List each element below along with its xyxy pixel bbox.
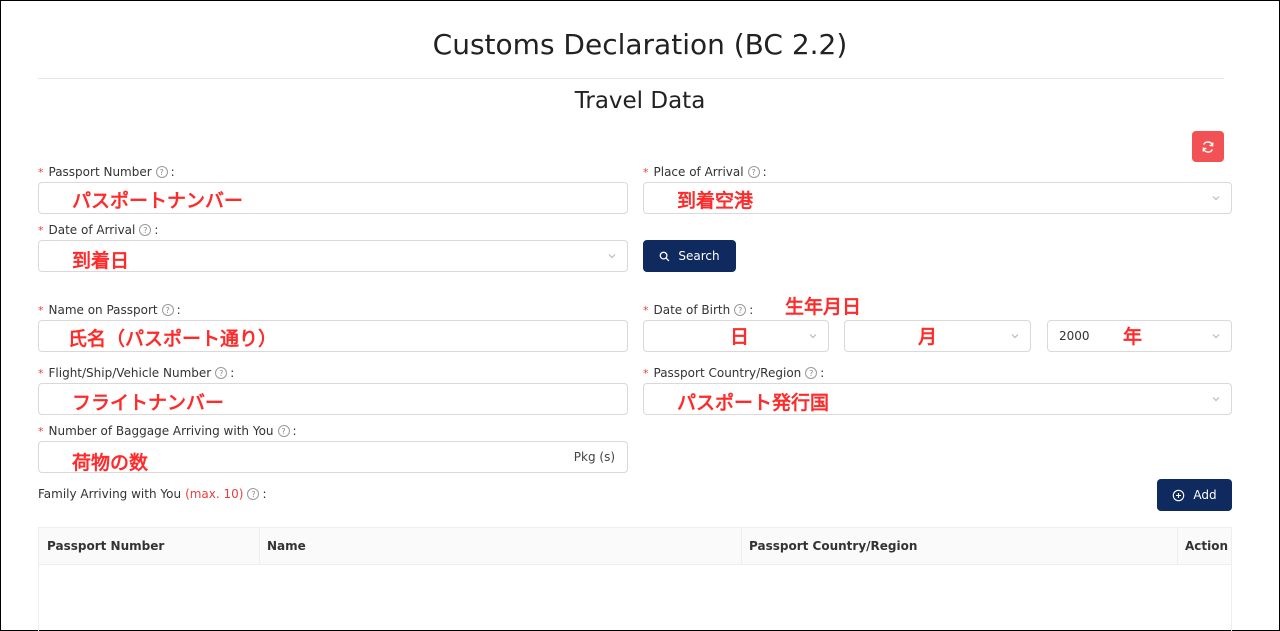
family-label-text: Family Arriving with You (38, 487, 182, 501)
chevron-down-icon (1011, 334, 1019, 339)
chevron-down-icon (1212, 397, 1220, 402)
add-button-label: Add (1193, 488, 1217, 502)
family-table-header: Passport Number Name Passport Country/Re… (39, 528, 1231, 565)
name-on-passport-label-text: Name on Passport (48, 303, 158, 317)
table-header-passport-country: Passport Country/Region (749, 539, 918, 553)
required-mark: * (643, 366, 649, 380)
label-colon: : (762, 165, 767, 179)
label-colon: : (749, 303, 754, 317)
required-mark: * (38, 303, 44, 317)
search-button-label: Search (678, 249, 720, 263)
passport-country-label-text: Passport Country/Region (653, 366, 802, 380)
date-of-arrival-annotation: 到着日 (72, 250, 130, 272)
date-of-arrival-label-text: Date of Arrival (48, 223, 136, 237)
family-table: Passport Number Name Passport Country/Re… (38, 527, 1232, 631)
question-circle-icon[interactable]: ? (215, 367, 228, 379)
passport-number-label: * Passport Number ? : (38, 165, 175, 179)
baggage-label-text: Number of Baggage Arriving with You (48, 424, 274, 438)
required-mark: * (643, 303, 649, 317)
label-colon: : (176, 303, 181, 317)
date-of-birth-label: * Date of Birth ? : (643, 303, 753, 317)
question-circle-icon[interactable]: ? (277, 425, 290, 437)
table-header-passport-number: Passport Number (47, 539, 165, 553)
place-of-arrival-label-text: Place of Arrival (653, 165, 744, 179)
flight-number-annotation: フライトナンバー (72, 392, 225, 414)
dob-year-value: 2000 (1059, 329, 1090, 343)
dob-year-annotation: 年 (1123, 326, 1143, 348)
place-of-arrival-label: * Place of Arrival ? : (643, 165, 767, 179)
baggage-unit: Pkg (s) (573, 450, 615, 464)
table-header-name: Name (267, 539, 306, 553)
question-circle-icon[interactable]: ? (247, 488, 260, 500)
date-of-birth-annotation: 生年月日 (785, 296, 862, 318)
title-divider (38, 78, 1224, 79)
chevron-down-icon (1212, 334, 1220, 339)
question-circle-icon[interactable]: ? (161, 304, 174, 316)
baggage-label: * Number of Baggage Arriving with You ? … (38, 424, 297, 438)
required-mark: * (643, 165, 649, 179)
page-title: Customs Declaration (BC 2.2) (432, 28, 848, 61)
label-colon: : (820, 366, 825, 380)
question-circle-icon[interactable]: ? (805, 367, 818, 379)
name-on-passport-label: * Name on Passport ? : (38, 303, 181, 317)
search-button[interactable]: Search (643, 240, 736, 272)
dob-day-annotation: 日 (730, 326, 750, 348)
baggage-annotation: 荷物の数 (72, 452, 149, 474)
question-circle-icon[interactable]: ? (155, 166, 168, 178)
date-of-birth-label-text: Date of Birth (653, 303, 731, 317)
table-header-action: Action (1185, 539, 1229, 553)
dob-month-select[interactable] (844, 320, 1031, 352)
dob-month-annotation: 月 (918, 326, 938, 348)
required-mark: * (38, 223, 44, 237)
refresh-button[interactable] (1192, 131, 1224, 162)
family-label: Family Arriving with You (max. 10) ? : (38, 487, 267, 501)
family-max-note: (max. 10) (185, 487, 244, 501)
required-mark: * (38, 366, 44, 380)
label-colon: : (154, 223, 159, 237)
date-of-arrival-label: * Date of Arrival ? : (38, 223, 158, 237)
question-circle-icon[interactable]: ? (747, 166, 760, 178)
passport-number-annotation: パスポートナンバー (72, 190, 244, 212)
question-circle-icon[interactable]: ? (734, 304, 747, 316)
label-colon: : (292, 424, 297, 438)
chevron-down-icon (809, 334, 817, 339)
flight-number-label-text: Flight/Ship/Vehicle Number (48, 366, 212, 380)
passport-number-label-text: Passport Number (48, 165, 152, 179)
section-title: Travel Data (574, 88, 706, 114)
required-mark: * (38, 165, 44, 179)
label-colon: : (170, 165, 175, 179)
name-on-passport-annotation: 氏名（パスポート通り） (68, 328, 278, 350)
label-colon: : (262, 487, 267, 501)
chevron-down-icon (1212, 196, 1220, 201)
flight-number-label: * Flight/Ship/Vehicle Number ? : (38, 366, 234, 380)
chevron-down-icon (608, 254, 616, 259)
passport-country-annotation: パスポート発行国 (677, 392, 830, 414)
add-family-button[interactable]: Add (1157, 479, 1232, 511)
plus-circle-icon (1173, 489, 1185, 501)
place-of-arrival-annotation: 到着空港 (677, 190, 754, 212)
passport-country-label: * Passport Country/Region ? : (643, 366, 824, 380)
question-circle-icon[interactable]: ? (139, 224, 152, 236)
search-icon (660, 251, 670, 261)
required-mark: * (38, 424, 44, 438)
refresh-icon (1202, 140, 1214, 153)
label-colon: : (230, 366, 235, 380)
